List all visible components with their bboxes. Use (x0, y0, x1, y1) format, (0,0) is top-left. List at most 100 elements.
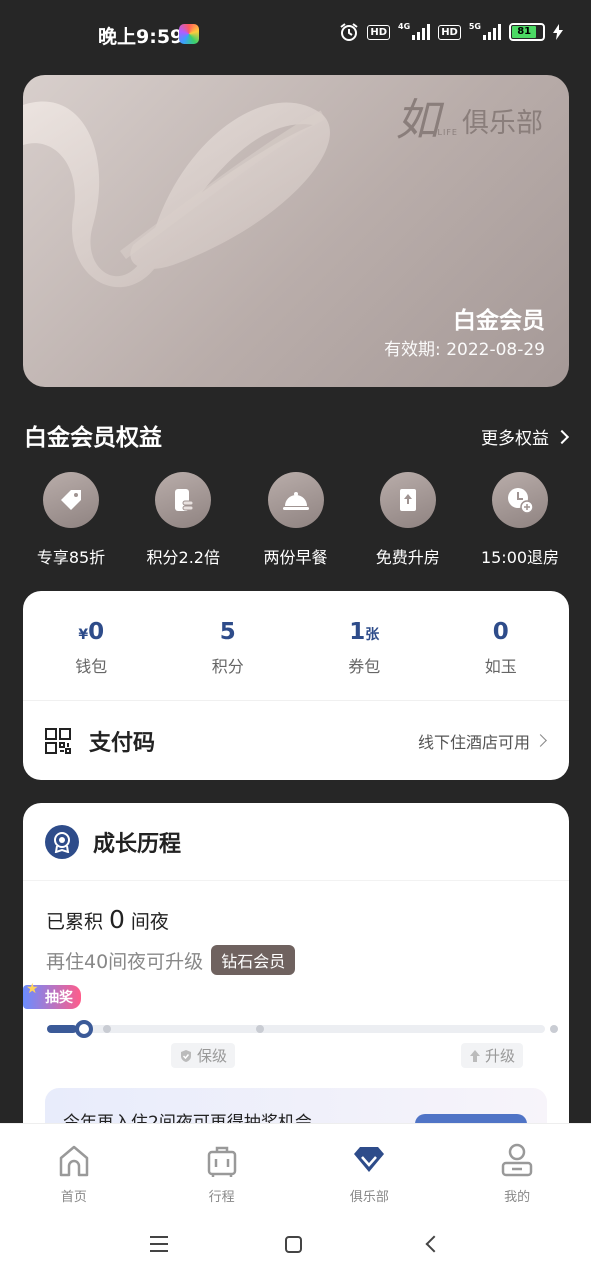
upgrade-door-icon (379, 472, 436, 528)
stat-value: 1张 (296, 619, 433, 645)
benefit-label: 专享85折 (36, 548, 106, 567)
benefit-label: 免费升房 (375, 548, 440, 567)
progress-dot (550, 1025, 558, 1033)
benefit-item-upgrade[interactable]: 免费升房 (352, 472, 464, 568)
logo-script: 如 (395, 95, 440, 146)
chevron-right-icon (534, 734, 547, 747)
benefit-item-late-checkout[interactable]: 15:00退房 (464, 472, 576, 568)
clock-plus-icon (492, 472, 548, 528)
qr-code-icon (45, 727, 71, 754)
lottery-label: 抽奖 (45, 990, 73, 1006)
stat-number: 0 (492, 619, 509, 645)
benefit-label: 15:00退房 (480, 548, 560, 567)
tab-profile[interactable]: 我的 (443, 1124, 591, 1210)
benefit-label: 两份早餐 (263, 548, 328, 567)
hd-badge: HD (367, 24, 391, 40)
price-tag-icon (43, 472, 99, 528)
acc-number: 0 (109, 905, 125, 934)
back-button[interactable] (425, 1235, 443, 1253)
progress-dot (103, 1025, 111, 1033)
progress-dot (256, 1025, 264, 1033)
validity-date: 有效期: 2022-08-29 (384, 340, 545, 360)
stat-label: 券包 (348, 657, 381, 676)
pay-code-hint: 线下住酒店可用 (417, 729, 547, 753)
progress-fill (47, 1025, 77, 1033)
home-icon (59, 1145, 89, 1177)
tab-label: 首页 (60, 1190, 87, 1205)
wallet-stats: ¥0 钱包 5 积分 1张 券包 0 如玉 (23, 591, 569, 701)
logo-club: 俱乐部 (462, 108, 543, 139)
keep-level-tag: 保级 (171, 1043, 236, 1068)
benefit-item-discount[interactable]: 专享85折 (15, 472, 127, 568)
tab-home[interactable]: 首页 (0, 1124, 148, 1210)
home-button[interactable] (285, 1236, 302, 1253)
lottery-badge[interactable]: ★ 抽奖 (23, 981, 81, 1009)
stat-number: 0 (88, 619, 105, 645)
growth-title: 成长历程 (93, 831, 182, 857)
stat-number: 5 (219, 619, 236, 645)
system-navigation-bar (0, 1210, 591, 1280)
tab-trips[interactable]: 行程 (148, 1124, 296, 1210)
benefits-title: 白金会员权益 (24, 425, 162, 451)
benefit-label: 积分2.2倍 (146, 548, 220, 567)
pay-hint-text: 线下住酒店可用 (417, 732, 530, 752)
tab-label: 行程 (208, 1190, 235, 1205)
upgrade-text: 再住40间夜可升级 (46, 950, 204, 973)
stat-value: 5 (160, 619, 297, 645)
coins-icon (155, 472, 212, 528)
bottom-tab-bar: 首页 行程 俱乐部 我的 (0, 1123, 591, 1210)
star-icon: ★ (26, 981, 39, 997)
wallet-panel: ¥0 钱包 5 积分 1张 券包 0 如玉 支付码 线下住酒店可用 (23, 591, 569, 780)
chevron-right-icon (554, 429, 570, 444)
shield-check-icon (181, 1049, 191, 1062)
member-card[interactable]: 如 LIFE 俱乐部 白金会员 有效期: 2022-08-29 (23, 75, 569, 387)
stat-value: ¥0 (23, 619, 160, 645)
tab-club[interactable]: 俱乐部 (296, 1124, 444, 1210)
pay-code-label: 支付码 (89, 730, 156, 756)
upgrade-tag: 升级 (461, 1043, 524, 1068)
member-level: 白金会员 (453, 308, 545, 334)
accumulated-nights: 已累积 0 间夜 (46, 905, 169, 934)
benefits-list: 专享85折 积分2.2倍 两份早餐 免费升房 15:00退房 (15, 472, 576, 568)
club-logo: 如 LIFE 俱乐部 (395, 95, 543, 146)
hd-badge-2: HD (438, 24, 461, 40)
tab-label: 俱乐部 (349, 1190, 389, 1205)
battery-icon: 81 (509, 23, 545, 41)
stat-coupons[interactable]: 1张 券包 (296, 591, 433, 700)
status-bar: 晚上9:59 HD 4G HD 5G 81 (0, 0, 591, 66)
stat-ruyu[interactable]: 0 如玉 (433, 591, 570, 700)
pay-code-row[interactable]: 支付码 线下住酒店可用 (23, 701, 569, 780)
keep-level-label: 保级 (197, 1047, 228, 1065)
progress-knob (75, 1020, 93, 1038)
food-cloche-icon (267, 472, 324, 528)
upgrade-info: 再住40间夜可升级 钻石会员 (46, 945, 296, 975)
stat-points[interactable]: 5 积分 (160, 591, 297, 700)
diamond-icon (354, 1147, 385, 1172)
stat-label: 如玉 (484, 657, 517, 676)
next-level-badge: 钻石会员 (211, 945, 296, 975)
status-icons: HD 4G HD 5G 81 (339, 22, 563, 42)
stat-number: 1 (349, 619, 366, 645)
recent-apps-button[interactable] (150, 1236, 168, 1257)
benefit-item-points[interactable]: 积分2.2倍 (127, 472, 239, 568)
stat-label: 钱包 (75, 657, 108, 676)
logo-life: LIFE (437, 128, 458, 137)
profile-icon (501, 1143, 533, 1177)
stat-value: 0 (433, 619, 570, 645)
benefit-item-breakfast[interactable]: 两份早餐 (240, 472, 352, 568)
more-benefits-link[interactable]: 更多权益 (481, 424, 570, 449)
battery-level: 81 (512, 26, 537, 38)
stat-wallet[interactable]: ¥0 钱包 (23, 591, 160, 700)
tab-label: 我的 (504, 1190, 531, 1205)
upgrade-tag-label: 升级 (485, 1047, 516, 1065)
growth-header: 成长历程 (23, 803, 569, 881)
alarm-icon (340, 23, 358, 41)
growth-panel: 成长历程 已累积 0 间夜 再住40间夜可升级 钻石会员 ★ 抽奖 保级 升级 … (23, 803, 569, 1143)
signal-icon (412, 24, 431, 40)
stat-prefix: ¥ (78, 627, 89, 643)
progress-track (47, 1020, 558, 1038)
app-notification-icon (179, 24, 199, 44)
arrow-up-icon (470, 1049, 480, 1062)
badge-icon (45, 824, 79, 859)
more-benefits-label: 更多权益 (481, 429, 549, 449)
